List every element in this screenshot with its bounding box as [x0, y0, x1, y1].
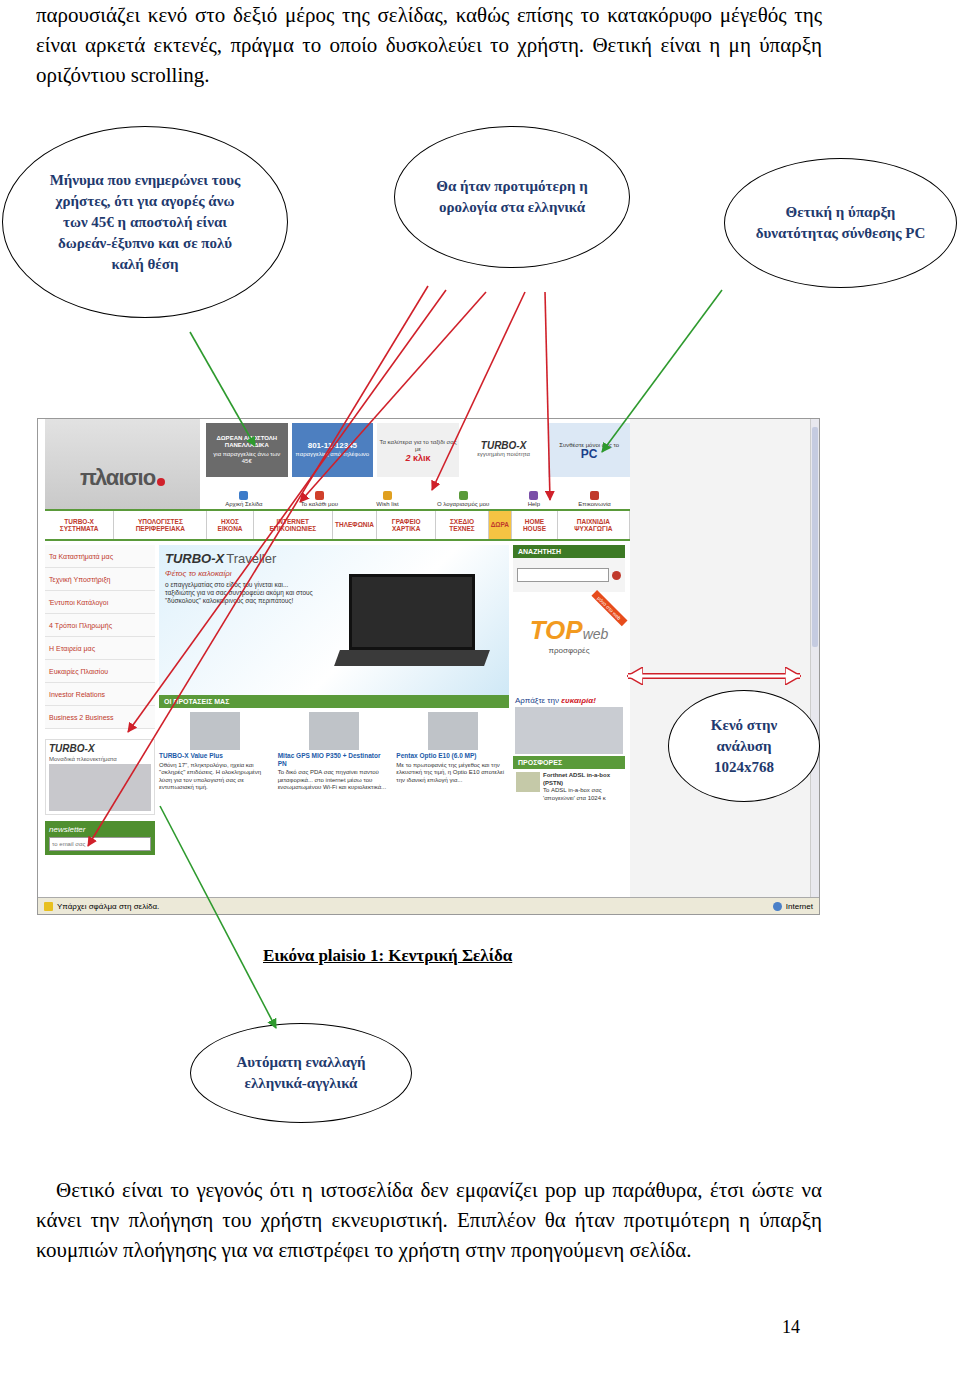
header-right: ΔΩΡΕΑΝ ΑΠΟΣΤΟΛΗ ΠΑΝΕΛΛΑΔΙΚΑγια παραγγελί… — [200, 419, 630, 509]
side-menu-item[interactable]: Τα Καταστήματά μας — [45, 545, 155, 568]
category-bar: TURBO-X ΣΥΣΤΗΜΑΤΑΥΠΟΛΟΓΙΣΤΕΣ ΠΕΡΙΦΕΡΕΙΑΚ… — [45, 509, 630, 541]
proposals-header: ΟΙ ΠΡΟΤΑΣΕΙΣ ΜΑΣ — [159, 695, 509, 708]
side-menu-item[interactable]: 4 Τρόποι Πληρωμής — [45, 614, 155, 637]
language-switch-callout: Αυτόματη εναλλαγή ελληνικά-αγγλικά — [190, 1023, 412, 1123]
toolbar-item[interactable]: Ο λογαριασμός μου — [437, 491, 489, 507]
hero-banner[interactable]: TURBO-X TravellerΦέτος το καλοκαίριο επα… — [159, 545, 509, 695]
left-column: Τα Καταστήματά μαςΤεχνική ΥποστήριξηΈντυ… — [45, 545, 155, 897]
browser-viewport: πλαισιοΔΩΡΕΑΝ ΑΠΟΣΤΟΛΗ ΠΑΝΕΛΛΑΔΙΚΑγια πα… — [38, 419, 819, 897]
turbo-promo[interactable]: TURBO-XΜοναδικά πλεονεκτήματα — [45, 739, 155, 815]
site-content: πλαισιοΔΩΡΕΑΝ ΑΠΟΣΤΟΛΗ ΠΑΝΕΛΛΑΔΙΚΑγια πα… — [38, 419, 630, 897]
category-tab[interactable]: ΣΧΕΔΙΟ ΤΕΧΝΕΣ — [436, 511, 488, 539]
website-screenshot: πλαισιοΔΩΡΕΑΝ ΑΠΟΣΤΟΛΗ ΠΑΝΕΛΛΑΔΙΚΑγια πα… — [37, 418, 820, 915]
toolbar-item[interactable]: Επικοινωνία — [578, 491, 611, 507]
double-arrow-icon — [628, 673, 800, 679]
category-tab[interactable]: ΔΩΡΑ — [489, 511, 512, 539]
resolution-gap-callout: Κενό στην ανάλυση 1024x768 — [668, 690, 820, 802]
offer-item[interactable]: Forthnet ADSL in-a-box (PSTN)Το ADSL in-… — [513, 769, 625, 805]
product-photo — [190, 712, 240, 750]
arrow-icon — [190, 332, 255, 446]
right-column: ΑΝΑΖΗΤΗΣΗ μόνο στο webTOPwebπροσφορές Αρπά… — [513, 545, 625, 897]
arrow-icon — [128, 290, 446, 732]
category-tab[interactable]: ΓΡΑΦΕΙΟ ΧΑΡΤΙΚΑ — [377, 511, 436, 539]
free-shipping-callout: Μήνυμα που ενημερώνει τους χρήστες, ότι … — [2, 126, 288, 318]
page-number: 14 — [0, 1317, 960, 1338]
double-arrow-fill-icon — [628, 675, 800, 678]
side-menu-item[interactable]: Business 2 Business — [45, 706, 155, 729]
category-tab[interactable]: INTERNET ΕΠΙΚΟΙΝΩΝΙΕΣ — [254, 511, 333, 539]
toolbar-icon — [315, 491, 324, 500]
closing-paragraph: Θετικό είναι το γεγονός ότι η ιστοσελίδα… — [0, 1175, 960, 1265]
arrow-icon — [432, 292, 525, 490]
side-menu-item[interactable]: Investor Relations — [45, 683, 155, 706]
search-box — [513, 558, 625, 592]
category-tab[interactable]: TURBO-X ΣΥΣΤΗΜΑΤΑ — [45, 511, 114, 539]
offers-header: ΠΡΟΣΦΟΡΕΣ — [513, 756, 625, 769]
arrow-icon — [300, 292, 486, 502]
category-tab[interactable]: ΗΧΟΣ ΕΙΚΟΝΑ — [207, 511, 253, 539]
terminology-callout: Θα ήταν προτιμότερη η ορολογία στα ελλην… — [394, 126, 630, 268]
toolbar-icon — [383, 491, 392, 500]
offer-photo — [516, 772, 540, 792]
category-tab[interactable]: ΥΠΟΛΟΓΙΣΤΕΣ ΠΕΡΙΦΕΡΕΙΑΚΑ — [114, 511, 207, 539]
site-logo[interactable]: πλαισιο — [45, 419, 200, 509]
pc-builder-banner[interactable]: Συνθέστε μόνοι σας τοPC — [548, 423, 630, 477]
search-header: ΑΝΑΖΗΤΗΣΗ — [513, 545, 625, 558]
callout-row: Μήνυμα που ενημερώνει τους χρήστες, ότι … — [0, 126, 960, 418]
toolbar-icon — [529, 491, 538, 500]
pc-photo — [49, 764, 151, 811]
toolbar-icon — [459, 491, 468, 500]
status-bar: Υπάρχει σφάλμα στη σελίδα.Internet — [38, 897, 819, 914]
arrow-icon — [545, 292, 550, 500]
site-header: πλαισιοΔΩΡΕΑΝ ΑΠΟΣΤΟΛΗ ΠΑΝΕΛΛΑΔΙΚΑγια πα… — [45, 419, 630, 509]
toolbar-icon — [590, 491, 599, 500]
newsletter-email-input[interactable] — [49, 837, 151, 851]
side-menu-item[interactable]: Τεχνική Υποστήριξη — [45, 568, 155, 591]
toolbar-item[interactable]: Wish list — [376, 491, 398, 507]
intro-paragraph: παρουσιάζει κενό στο δεξιό μέρος της σελ… — [0, 0, 960, 90]
pc-builder-callout: Θετική η ύπαρξη δυνατότητας σύνθεσης PC — [724, 158, 957, 288]
arrow-icon — [602, 290, 722, 452]
annotation-arrows — [0, 0, 960, 1382]
newsletter-box: newsletter — [45, 821, 155, 855]
logo-dot-icon — [157, 478, 165, 486]
top-web-banner[interactable]: μόνο στο webTOPwebπροσφορές — [513, 596, 625, 674]
search-input[interactable] — [517, 568, 609, 582]
banner-row: ΔΩΡΕΑΝ ΑΠΟΣΤΟΛΗ ΠΑΝΕΛΛΑΔΙΚΑγια παραγγελί… — [206, 419, 630, 477]
product-card[interactable]: Pentax Optio E10 (6.0 MP)Με το πρωτοφανέ… — [396, 712, 509, 792]
product-photo — [428, 712, 478, 750]
site-body: Τα Καταστήματά μαςΤεχνική ΥποστήριξηΈντυ… — [45, 541, 630, 897]
warning-icon — [44, 902, 53, 911]
document-page: παρουσιάζει κενό στο δεξιό μέρος της σελ… — [0, 0, 960, 1382]
side-menu-item[interactable]: Ευκαιρίες Πλαισίου — [45, 660, 155, 683]
product-list: TURBO-X Value PlusΟθόνη 17", πληκτρολόγι… — [159, 708, 509, 792]
product-card[interactable]: Mitac GPS MIO P350 + Destinator PNΤο δικ… — [278, 712, 391, 792]
arrow-icon — [88, 286, 428, 846]
center-column: TURBO-X TravellerΦέτος το καλοκαίριο επα… — [159, 545, 509, 897]
toolbar-item[interactable]: Αρχική Σελίδα — [225, 491, 262, 507]
globe-icon — [773, 902, 782, 911]
turbo-banner[interactable]: TURBO-Xεγγυημένη ποιότητα — [463, 423, 545, 477]
products-photo — [515, 707, 623, 754]
bargain-banner[interactable]: Αρπάξτε την ευκαιρία! — [513, 694, 625, 756]
travel-banner[interactable]: Τα καλύτερα για το ταξίδι σας με2 κλικ — [377, 423, 459, 477]
search-go-icon[interactable] — [612, 571, 621, 580]
product-card[interactable]: TURBO-X Value PlusΟθόνη 17", πληκτρολόγι… — [159, 712, 272, 792]
figure-caption: Εικόνα plaisio 1: Κεντρική Σελίδα — [0, 945, 960, 967]
side-menu-item[interactable]: Έντυποι Κατάλογοι — [45, 591, 155, 614]
laptop-image — [321, 551, 503, 689]
product-photo — [309, 712, 359, 750]
toolbar-item[interactable]: Help — [528, 491, 540, 507]
phone-banner[interactable]: 801-11-12345παραγγελίες από τηλέφωνο — [292, 423, 374, 477]
vertical-scrollbar[interactable] — [810, 419, 819, 897]
category-tab[interactable]: HOME HOUSE — [512, 511, 558, 539]
toolbar: Αρχική Σελίδα Το καλάθι μου Wish list Ο λογ… — [206, 477, 630, 509]
category-tab[interactable]: ΠΑΙΧΝΙΔΙΑ ΨΥΧΑΓΩΓΙΑ — [558, 511, 630, 539]
free-shipping-banner[interactable]: ΔΩΡΕΑΝ ΑΠΟΣΤΟΛΗ ΠΑΝΕΛΛΑΔΙΚΑγια παραγγελί… — [206, 423, 288, 477]
toolbar-icon — [239, 491, 248, 500]
toolbar-item[interactable]: Το καλάθι μου — [301, 491, 338, 507]
arrow-icon — [160, 806, 276, 1028]
category-tab[interactable]: ΤΗΛΕΦΩΝΙΑ — [333, 511, 377, 539]
side-menu-item[interactable]: Η Εταιρεία μας — [45, 637, 155, 660]
